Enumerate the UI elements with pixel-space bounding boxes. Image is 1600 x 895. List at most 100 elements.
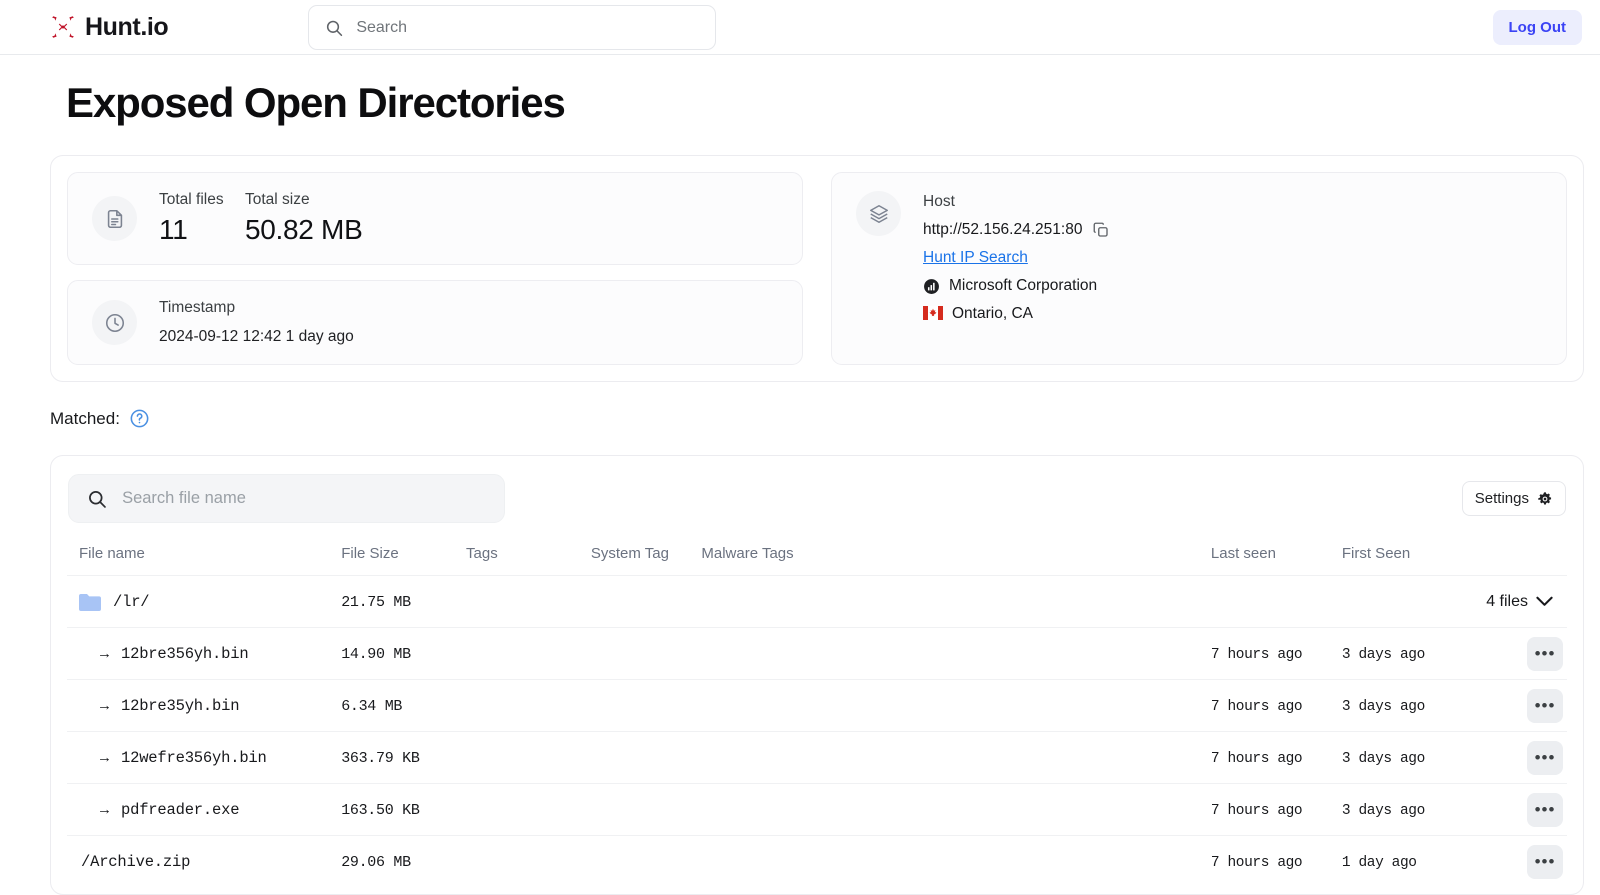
- file-name: 12wefre356yh.bin: [121, 749, 267, 767]
- files-table: File name File Size Tags System Tag Malw…: [67, 545, 1567, 888]
- file-malware-tags-cell: [701, 784, 1211, 836]
- total-files-metric: Total files 11: [159, 191, 245, 246]
- settings-label: Settings: [1475, 490, 1529, 507]
- file-actions-cell: •••: [1495, 628, 1567, 680]
- file-size: 14.90 MB: [341, 646, 411, 663]
- file-last-seen: 7 hours ago: [1211, 855, 1302, 871]
- file-first-seen: 3 days ago: [1342, 803, 1425, 819]
- file-tags-cell: [466, 836, 591, 888]
- file-name: 12bre35yh.bin: [121, 697, 239, 715]
- file-last-seen-cell: 7 hours ago: [1211, 680, 1342, 732]
- page-content: Exposed Open Directories Total files: [0, 79, 1600, 895]
- file-first-seen-cell: 3 days ago: [1342, 680, 1495, 732]
- file-size-cell: 6.34 MB: [341, 680, 466, 732]
- folder-tags-cell: [466, 576, 591, 628]
- matched-row: Matched:: [50, 408, 1600, 429]
- nested-arrow-icon: →: [97, 749, 112, 766]
- file-tags-cell: [466, 628, 591, 680]
- total-size-label: Total size: [245, 191, 362, 209]
- file-last-seen-cell: 7 hours ago: [1211, 836, 1342, 888]
- nested-arrow-icon: →: [97, 697, 112, 714]
- row-actions-button[interactable]: •••: [1527, 793, 1563, 827]
- folder-size: 21.75 MB: [341, 594, 411, 611]
- file-malware-tags-cell: [701, 836, 1211, 888]
- row-actions-button[interactable]: •••: [1527, 689, 1563, 723]
- file-last-seen: 7 hours ago: [1211, 803, 1302, 819]
- file-last-seen: 7 hours ago: [1211, 647, 1302, 663]
- file-system-tag-cell: [591, 680, 702, 732]
- table-row[interactable]: /Archive.zip 29.06 MB 7 hours ago 1 day …: [67, 836, 1567, 888]
- folder-expand-toggle[interactable]: 4 files: [1342, 593, 1567, 611]
- document-icon: [92, 196, 137, 241]
- global-search-input[interactable]: [356, 19, 699, 37]
- global-search-box[interactable]: [308, 5, 716, 50]
- row-actions-button[interactable]: •••: [1527, 741, 1563, 775]
- row-actions-button[interactable]: •••: [1527, 845, 1563, 879]
- host-card: Host http://52.156.24.251:80 Hunt IP Sea…: [831, 172, 1567, 365]
- file-malware-tags-cell: [701, 732, 1211, 784]
- files-stat-card: Total files 11 Total size 50.82 MB: [67, 172, 803, 265]
- file-system-tag-cell: [591, 784, 702, 836]
- file-search-icon: [87, 488, 107, 510]
- table-row[interactable]: → 12bre35yh.bin 6.34 MB 7 hours ago 3 da…: [67, 680, 1567, 732]
- column-tags: Tags: [466, 545, 591, 576]
- file-first-seen: 3 days ago: [1342, 699, 1425, 715]
- file-size-cell: 363.79 KB: [341, 732, 466, 784]
- total-size-metric: Total size 50.82 MB: [245, 191, 362, 246]
- file-malware-tags-cell: [701, 628, 1211, 680]
- host-url: http://52.156.24.251:80: [923, 221, 1082, 239]
- timestamp-value: 2024-09-12 12:42 1 day ago: [159, 328, 354, 346]
- file-last-seen: 7 hours ago: [1211, 751, 1302, 767]
- file-tags-cell: [466, 732, 591, 784]
- clock-icon: [92, 300, 137, 345]
- file-size-cell: 163.50 KB: [341, 784, 466, 836]
- column-file-name: File name: [67, 545, 341, 576]
- file-actions-cell: •••: [1495, 784, 1567, 836]
- table-header-row: File name File Size Tags System Tag Malw…: [67, 545, 1567, 576]
- file-name-cell: → 12bre356yh.bin: [67, 628, 341, 680]
- file-size: 163.50 KB: [341, 802, 419, 819]
- folder-last-seen-cell: [1211, 576, 1342, 628]
- folder-row[interactable]: /lr/ 21.75 MB 4 files: [67, 576, 1567, 628]
- total-files-value: 11: [159, 214, 245, 246]
- table-row[interactable]: → 12bre356yh.bin 14.90 MB 7 hours ago 3 …: [67, 628, 1567, 680]
- help-icon[interactable]: [129, 408, 150, 429]
- matched-label: Matched:: [50, 409, 120, 429]
- brand-logo[interactable]: Hunt.io: [50, 13, 260, 42]
- folder-icon: [79, 593, 101, 611]
- results-toolbar: Settings: [67, 474, 1567, 523]
- host-org-row: Microsoft Corporation: [923, 277, 1110, 295]
- file-search-input[interactable]: [122, 489, 486, 508]
- files-table-head: File name File Size Tags System Tag Malw…: [67, 545, 1567, 576]
- settings-button[interactable]: Settings: [1462, 481, 1566, 516]
- file-name-cell: → 12bre35yh.bin: [67, 680, 341, 732]
- file-size: 6.34 MB: [341, 698, 402, 715]
- file-search-box[interactable]: [68, 474, 505, 523]
- file-name-cell: → 12wefre356yh.bin: [67, 732, 341, 784]
- hunt-ip-search-link[interactable]: Hunt IP Search: [923, 249, 1028, 267]
- file-system-tag-cell: [591, 628, 702, 680]
- file-malware-tags-cell: [701, 680, 1211, 732]
- gear-icon: [1537, 491, 1553, 507]
- file-tags-cell: [466, 680, 591, 732]
- top-navigation-bar: Hunt.io Log Out: [0, 0, 1600, 55]
- file-name-cell: /Archive.zip: [67, 836, 341, 888]
- copy-icon[interactable]: [1092, 221, 1110, 239]
- column-first-seen: First Seen: [1342, 545, 1495, 576]
- logout-button[interactable]: Log Out: [1493, 10, 1582, 45]
- folder-size-cell: 21.75 MB: [341, 576, 466, 628]
- hunt-logo-icon: [50, 14, 76, 40]
- file-last-seen: 7 hours ago: [1211, 699, 1302, 715]
- file-size-cell: 14.90 MB: [341, 628, 466, 680]
- folder-files-count-cell: 4 files: [1342, 576, 1567, 628]
- layers-icon: [856, 191, 901, 236]
- table-row[interactable]: → pdfreader.exe 163.50 KB 7 hours ago 3 …: [67, 784, 1567, 836]
- table-row[interactable]: → 12wefre356yh.bin 363.79 KB 7 hours ago…: [67, 732, 1567, 784]
- file-name-cell: → pdfreader.exe: [67, 784, 341, 836]
- file-last-seen-cell: 7 hours ago: [1211, 784, 1342, 836]
- timestamp-label: Timestamp: [159, 299, 354, 317]
- row-actions-button[interactable]: •••: [1527, 637, 1563, 671]
- canada-flag-icon: [923, 306, 943, 323]
- file-last-seen-cell: 7 hours ago: [1211, 628, 1342, 680]
- folder-system-tag-cell: [591, 576, 702, 628]
